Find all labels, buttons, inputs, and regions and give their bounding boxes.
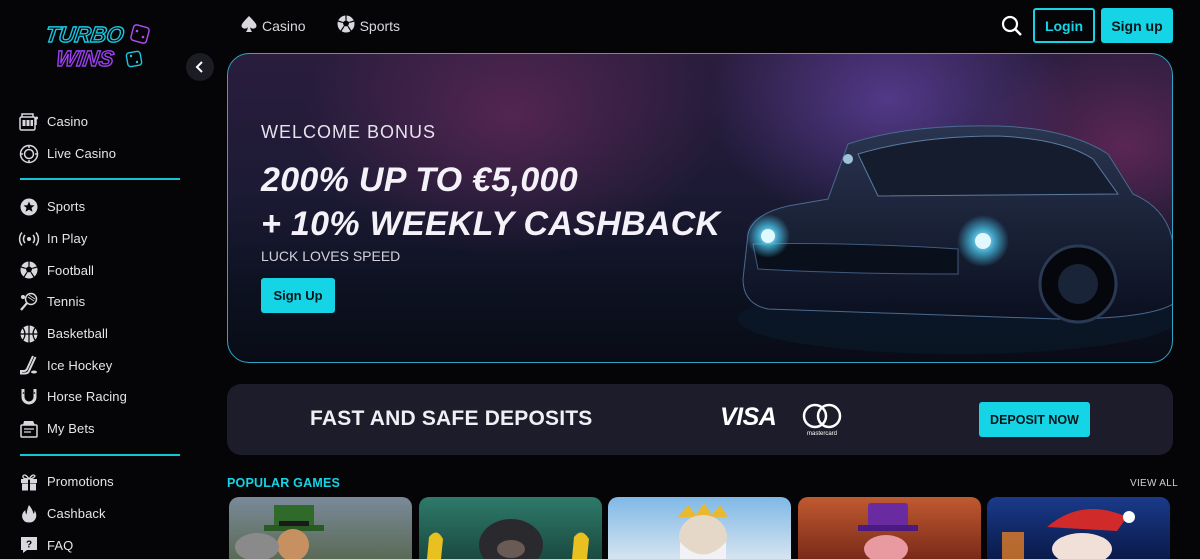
deposit-now-button[interactable]: DEPOSIT NOW (979, 402, 1090, 437)
horseshoe-icon (18, 387, 40, 407)
football-icon (18, 260, 40, 280)
question-icon: ? (18, 535, 40, 555)
sidebar-item-label: Promotions (47, 474, 114, 490)
sidebar-item-horse-racing[interactable]: Horse Racing (18, 381, 183, 413)
sidebar-item-label: Sports (47, 199, 86, 215)
sidebar-item-label: FAQ (47, 537, 74, 553)
sidebar-item-label: Cashback (47, 506, 106, 522)
sidebar-item-label: Tennis (47, 294, 86, 310)
top-navigation: Casino Sports (240, 10, 430, 42)
sidebar-collapse-button[interactable] (186, 53, 214, 81)
banner-tagline: LUCK LOVES SPEED (261, 248, 401, 264)
basketball-icon (18, 324, 40, 344)
sidebar-group-extras: Promotions Cashback ? FAQ (18, 466, 183, 559)
bet-slip-icon (18, 419, 40, 439)
sidebar-item-label: Live Casino (47, 146, 117, 162)
svg-text:?: ? (26, 540, 32, 551)
visa-logo: VISA (720, 403, 777, 431)
topnav-sports-label: Sports (359, 18, 401, 34)
sidebar-group-sports: Sports In Play Football Tennis Basketbal… (18, 191, 183, 445)
car-illustration (738, 125, 1172, 354)
popular-games-row (229, 497, 1177, 559)
welcome-bonus-banner: WELCOME BONUS 200% UP TO €5,000 + 10% WE… (227, 53, 1173, 363)
popular-games-title: POPULAR GAMES (227, 476, 341, 490)
svg-text:TURBO: TURBO (44, 22, 126, 47)
sidebar-item-label: Ice Hockey (47, 357, 113, 373)
sidebar-item-ice-hockey[interactable]: Ice Hockey (18, 349, 183, 381)
app-root: TURBO WINS Casino Live Casino Sports In … (0, 0, 1200, 559)
sidebar-divider (20, 454, 180, 456)
game-tile-leprechaun[interactable] (229, 497, 412, 559)
game-tile-gorilla[interactable] (418, 497, 602, 559)
login-button[interactable]: Login (1033, 8, 1095, 43)
sidebar-item-tennis[interactable]: Tennis (18, 286, 183, 318)
live-chip-icon (18, 144, 40, 164)
hockey-stick-icon (18, 355, 40, 375)
sidebar-item-cashback[interactable]: Cashback (18, 498, 183, 530)
turbowins-logo[interactable]: TURBO WINS (42, 18, 162, 76)
tennis-icon (18, 292, 40, 312)
mastercard-wordmark: mastercard (807, 431, 837, 437)
banner-signup-button[interactable]: Sign Up (261, 278, 335, 313)
broadcast-icon (18, 229, 40, 249)
topnav-casino-label: Casino (262, 18, 306, 34)
sidebar-item-label: In Play (47, 231, 88, 247)
banner-eyebrow: WELCOME BONUS (261, 122, 437, 142)
signup-button[interactable]: Sign up (1101, 8, 1173, 43)
mastercard-logo: mastercard (802, 403, 842, 437)
sidebar-item-football[interactable]: Football (18, 254, 183, 286)
sidebar-item-casino[interactable]: Casino (18, 106, 183, 138)
gift-icon (18, 472, 40, 492)
sidebar-divider (20, 178, 180, 180)
banner-headline-2: + 10% WEEKLY CASHBACK (261, 205, 721, 243)
sidebar-group-casino: Casino Live Casino (18, 106, 183, 169)
sidebar-item-my-bets[interactable]: My Bets (18, 413, 183, 445)
game-tile-zeus[interactable] (608, 497, 791, 559)
sidebar-item-label: Basketball (47, 326, 108, 342)
sidebar-item-promotions[interactable]: Promotions (18, 466, 183, 498)
topnav-sports-link[interactable]: Sports (336, 14, 400, 39)
sidebar-item-in-play[interactable]: In Play (18, 223, 183, 255)
topnav-casino-link[interactable]: Casino (240, 15, 306, 38)
game-tile-purple-hat[interactable] (797, 497, 981, 559)
flame-icon (18, 504, 40, 524)
sidebar: TURBO WINS Casino Live Casino Sports In … (0, 0, 215, 559)
spade-icon (240, 15, 258, 38)
view-all-link[interactable]: VIEW ALL (1130, 478, 1178, 489)
star-badge-icon (18, 197, 40, 217)
sidebar-item-label: My Bets (47, 421, 95, 437)
football-icon (336, 14, 356, 39)
sidebar-item-label: Football (47, 262, 95, 278)
sidebar-item-basketball[interactable]: Basketball (18, 318, 183, 350)
deposits-title: FAST AND SAFE DEPOSITS (310, 407, 593, 430)
sidebar-item-label: Casino (47, 114, 89, 130)
sidebar-item-faq[interactable]: ? FAQ (18, 529, 183, 559)
search-icon[interactable] (1000, 14, 1024, 38)
game-tile-santa[interactable] (987, 497, 1170, 559)
sidebar-item-live-casino[interactable]: Live Casino (18, 138, 183, 170)
slot-machine-icon (18, 112, 40, 132)
chevron-left-icon (195, 61, 203, 73)
sidebar-item-label: Horse Racing (47, 389, 127, 405)
svg-text:WINS: WINS (55, 46, 116, 71)
sidebar-item-sports[interactable]: Sports (18, 191, 183, 223)
banner-headline-1: 200% UP TO €5,000 (261, 161, 578, 199)
deposits-strip: FAST AND SAFE DEPOSITS VISA mastercard D… (227, 384, 1173, 455)
